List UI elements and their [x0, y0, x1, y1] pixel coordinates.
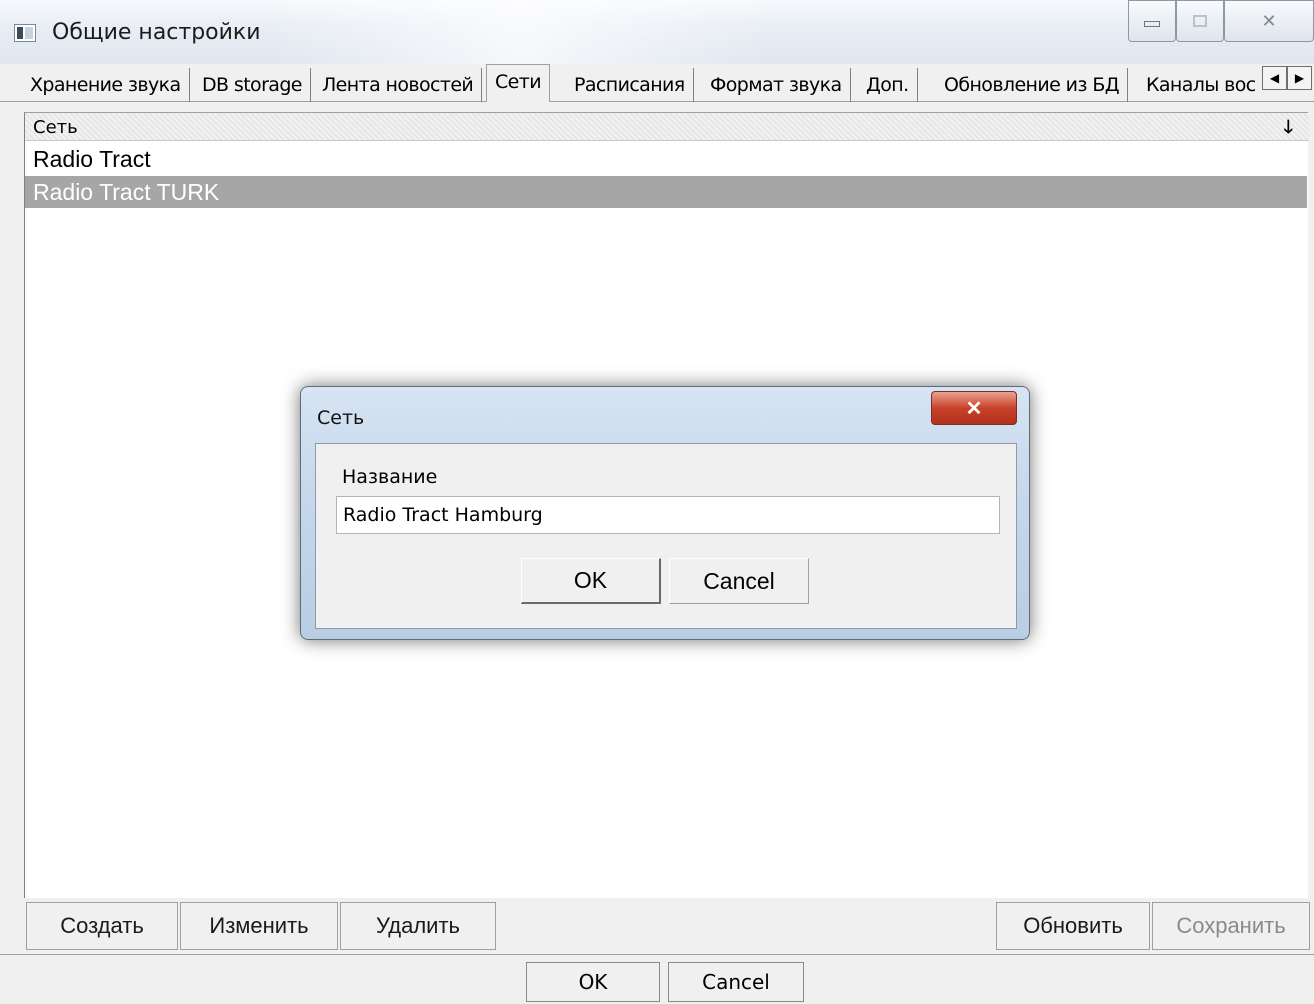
dialog-ok-button[interactable]: OK: [521, 558, 661, 604]
refresh-button[interactable]: Обновить: [996, 902, 1150, 950]
tab-strip: Хранение звука DB storage Лента новостей…: [0, 64, 1314, 102]
tab-sound-format[interactable]: Формат звука: [702, 68, 851, 102]
app-window-icon: [14, 24, 36, 42]
tab-channels[interactable]: Каналы вос: [1138, 68, 1262, 102]
footer-ok-button[interactable]: OK: [526, 962, 660, 1002]
tab-db-update[interactable]: Обновление из БД: [936, 68, 1129, 102]
list-column-header[interactable]: Сеть 🡓: [25, 113, 1309, 141]
tab-scroll-controls: ◀ ▶: [1262, 66, 1312, 90]
tab-db-storage[interactable]: DB storage: [194, 68, 311, 102]
dialog-title: Сеть: [317, 407, 365, 429]
tab-schedules[interactable]: Расписания: [566, 68, 694, 102]
close-icon: ✕: [1261, 10, 1277, 31]
minimize-icon: [1144, 21, 1160, 27]
close-button[interactable]: ✕: [1224, 0, 1314, 42]
name-input[interactable]: [336, 496, 1000, 534]
dialog-cancel-button[interactable]: Cancel: [669, 558, 809, 604]
footer-cancel-button[interactable]: Cancel: [668, 962, 804, 1002]
tab-scroll-right-button[interactable]: ▶: [1287, 66, 1312, 90]
list-item[interactable]: Radio Tract: [25, 143, 1307, 175]
save-button[interactable]: Сохранить: [1152, 902, 1310, 950]
arrow-left-icon: ◀: [1269, 71, 1280, 85]
create-button[interactable]: Создать: [26, 902, 178, 950]
tab-news-feed[interactable]: Лента новостей: [314, 68, 483, 102]
edit-button[interactable]: Изменить: [180, 902, 338, 950]
tab-sound-storage[interactable]: Хранение звука: [22, 68, 190, 102]
footer-divider: [0, 954, 1314, 955]
column-header-label: Сеть: [33, 117, 78, 138]
close-icon: ✕: [965, 397, 983, 420]
tab-scroll-left-button[interactable]: ◀: [1262, 66, 1287, 90]
arrow-right-icon: ▶: [1294, 71, 1305, 85]
title-bar[interactable]: Общие настройки ✕: [0, 0, 1314, 64]
list-item-selected[interactable]: Radio Tract TURK: [25, 176, 1307, 208]
tab-networks[interactable]: Сети: [486, 64, 550, 102]
arrow-down-icon[interactable]: 🡓: [1284, 115, 1293, 145]
minimize-button[interactable]: [1128, 0, 1176, 42]
name-field-label: Название: [342, 466, 438, 488]
window-title: Общие настройки: [52, 20, 261, 45]
delete-button[interactable]: Удалить: [340, 902, 496, 950]
maximize-button[interactable]: [1176, 0, 1224, 42]
dialog-close-button[interactable]: ✕: [931, 391, 1017, 425]
maximize-icon: [1193, 15, 1207, 27]
tab-extra[interactable]: Доп.: [858, 68, 918, 102]
network-dialog: Сеть ✕ Название OK Cancel: [300, 386, 1030, 640]
dialog-body: Название OK Cancel: [315, 443, 1017, 629]
